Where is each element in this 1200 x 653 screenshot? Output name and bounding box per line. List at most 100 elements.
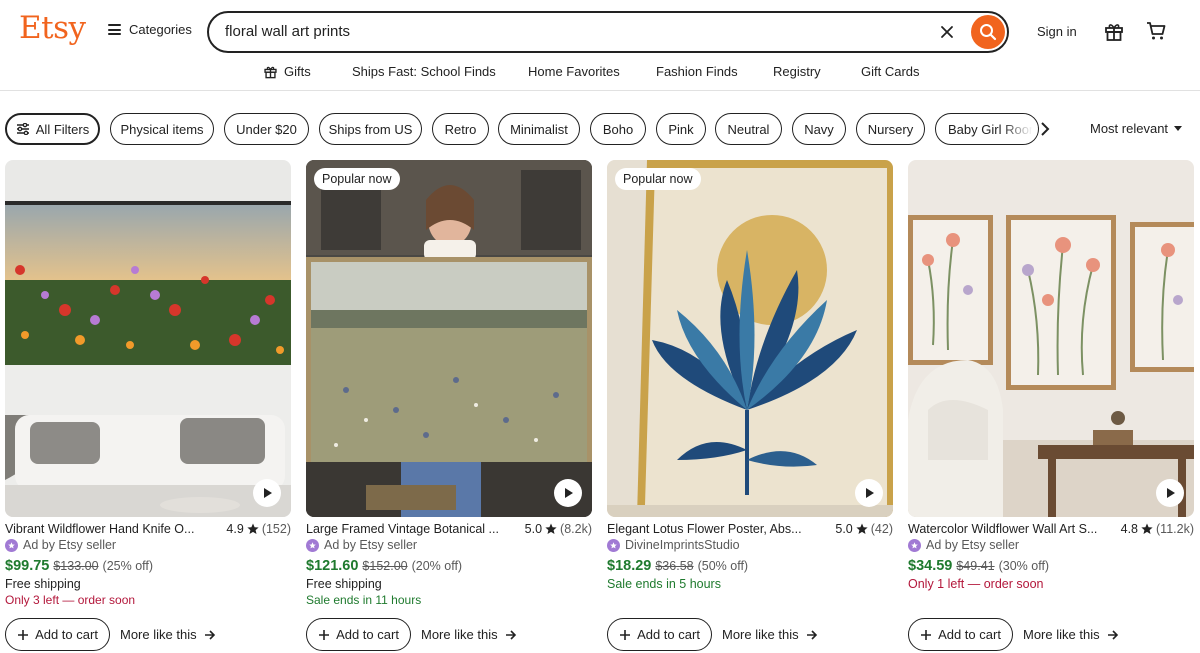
listing-card[interactable]: Vibrant Wildflower Hand Knife O... 4.9 (…: [5, 160, 291, 653]
filter-chip-physical-items[interactable]: Physical items: [110, 113, 214, 145]
clear-search-icon[interactable]: [937, 22, 957, 42]
seller-line: DivineImprintsStudio: [607, 538, 740, 552]
listing-card[interactable]: Watercolor Wildflower Wall Art S... 4.8 …: [908, 160, 1194, 653]
listing-photo: [306, 160, 592, 517]
category-nav: Gifts Ships Fast: School Finds Home Favo…: [0, 63, 1200, 83]
rating-value: 4.9: [226, 522, 244, 536]
search-input[interactable]: [225, 23, 905, 40]
star-seller-icon: [908, 538, 921, 552]
nav-item-gifts[interactable]: Gifts: [263, 64, 311, 79]
shipping-info: Free shipping: [306, 577, 382, 591]
filter-chip-boho[interactable]: Boho: [590, 113, 646, 145]
add-to-cart-label: Add to cart: [938, 627, 1001, 642]
price-row: $34.59 $49.41 (30% off): [908, 558, 1049, 574]
original-price: $36.58: [655, 559, 694, 573]
play-video-button[interactable]: [855, 479, 883, 507]
sign-in-link[interactable]: Sign in: [1037, 24, 1077, 39]
play-video-button[interactable]: [1156, 479, 1184, 507]
gift-icon: [264, 66, 277, 79]
star-seller-icon: [607, 538, 620, 552]
star-seller-icon: [5, 538, 18, 552]
header-divider: [0, 90, 1200, 91]
original-price: $49.41: [956, 559, 995, 573]
sort-dropdown[interactable]: Most relevant: [1090, 121, 1183, 136]
price-row: $99.75 $133.00 (25% off): [5, 558, 153, 574]
play-icon: [866, 488, 874, 498]
filter-chip-navy[interactable]: Navy: [792, 113, 846, 145]
play-icon: [1167, 488, 1175, 498]
popular-now-badge: Popular now: [314, 168, 400, 190]
add-to-cart-label: Add to cart: [637, 627, 700, 642]
review-count: (8.2k): [560, 522, 592, 536]
listing-image[interactable]: Popular now: [607, 160, 893, 517]
nav-item-fashion-finds[interactable]: Fashion Finds: [656, 64, 738, 79]
filter-chip-under-20[interactable]: Under $20: [224, 113, 309, 145]
filter-chip-pink[interactable]: Pink: [656, 113, 706, 145]
categories-button[interactable]: Categories: [108, 22, 192, 37]
filter-chip-minimalist[interactable]: Minimalist: [498, 113, 580, 145]
seller-name[interactable]: DivineImprintsStudio: [625, 538, 740, 552]
more-like-this-label: More like this: [722, 627, 799, 642]
play-video-button[interactable]: [554, 479, 582, 507]
sale-price: $99.75: [5, 558, 50, 574]
rating: 4.8 (11.2k): [1121, 522, 1194, 536]
listing-image[interactable]: [5, 160, 291, 517]
add-to-cart-button[interactable]: Add to cart: [306, 618, 411, 651]
popular-now-badge: Popular now: [615, 168, 701, 190]
more-like-this-link[interactable]: More like this: [722, 627, 818, 642]
listing-card[interactable]: Popular now Elegant Lotus Flower Poster,…: [607, 160, 893, 653]
add-to-cart-label: Add to cart: [35, 627, 98, 642]
listing-title[interactable]: Watercolor Wildflower Wall Art S...: [908, 522, 1108, 536]
nav-item-registry[interactable]: Registry: [773, 64, 821, 79]
listing-image[interactable]: Popular now: [306, 160, 592, 517]
nav-item-ships-fast[interactable]: Ships Fast: School Finds: [352, 64, 496, 79]
listing-title[interactable]: Elegant Lotus Flower Poster, Abs...: [607, 522, 807, 536]
stock-warning: Only 3 left — order soon: [5, 593, 136, 607]
header: Etsy Categories Sign in: [0, 0, 1200, 62]
shipping-info: Free shipping: [5, 577, 81, 591]
seller-line: Ad by Etsy seller: [5, 538, 116, 552]
play-video-button[interactable]: [253, 479, 281, 507]
categories-label: Categories: [129, 22, 192, 37]
search-submit-button[interactable]: [971, 15, 1005, 49]
add-to-cart-button[interactable]: Add to cart: [908, 618, 1013, 651]
nav-item-label: Gifts: [284, 64, 311, 79]
more-like-this-link[interactable]: More like this: [421, 627, 517, 642]
nav-item-gift-cards[interactable]: Gift Cards: [861, 64, 920, 79]
seller-name: Ad by Etsy seller: [324, 538, 418, 552]
seller-line: Ad by Etsy seller: [306, 538, 417, 552]
add-to-cart-button[interactable]: Add to cart: [607, 618, 712, 651]
rating: 4.9 (152): [226, 522, 291, 536]
filter-chip-neutral[interactable]: Neutral: [715, 113, 782, 145]
rating-value: 5.0: [835, 522, 853, 536]
add-to-cart-button[interactable]: Add to cart: [5, 618, 110, 651]
etsy-logo[interactable]: Etsy: [19, 10, 86, 46]
listing-title[interactable]: Vibrant Wildflower Hand Knife O...: [5, 522, 205, 536]
listing-title[interactable]: Large Framed Vintage Botanical ...: [306, 522, 506, 536]
price-row: $121.60 $152.00 (20% off): [306, 558, 462, 574]
more-like-this-label: More like this: [120, 627, 197, 642]
filter-chip-baby-girl-room[interactable]: Baby Girl Room: [935, 113, 1039, 145]
listing-card[interactable]: Popular now Large Framed Vintage Botanic…: [306, 160, 592, 653]
nav-item-home-favorites[interactable]: Home Favorites: [528, 64, 620, 79]
chevron-right-icon[interactable]: [1040, 121, 1050, 137]
sale-price: $34.59: [908, 558, 953, 574]
all-filters-button[interactable]: All Filters: [5, 113, 100, 145]
review-count: (152): [261, 522, 291, 536]
listing-image[interactable]: [908, 160, 1194, 517]
price-row: $18.29 $36.58 (50% off): [607, 558, 748, 574]
seller-name: Ad by Etsy seller: [926, 538, 1020, 552]
more-like-this-link[interactable]: More like this: [120, 627, 216, 642]
plus-icon: [18, 629, 29, 640]
gift-icon[interactable]: [1103, 20, 1125, 42]
filter-chip-retro[interactable]: Retro: [432, 113, 489, 145]
filter-chip-nursery[interactable]: Nursery: [856, 113, 925, 145]
original-price: $133.00: [53, 559, 99, 573]
listing-photo: [908, 160, 1194, 517]
star-seller-icon: [306, 538, 319, 552]
discount: (50% off): [697, 559, 749, 573]
cart-icon[interactable]: [1145, 20, 1167, 42]
star-icon: [1141, 523, 1153, 534]
more-like-this-link[interactable]: More like this: [1023, 627, 1119, 642]
filter-chip-ships-from-us[interactable]: Ships from US: [319, 113, 422, 145]
